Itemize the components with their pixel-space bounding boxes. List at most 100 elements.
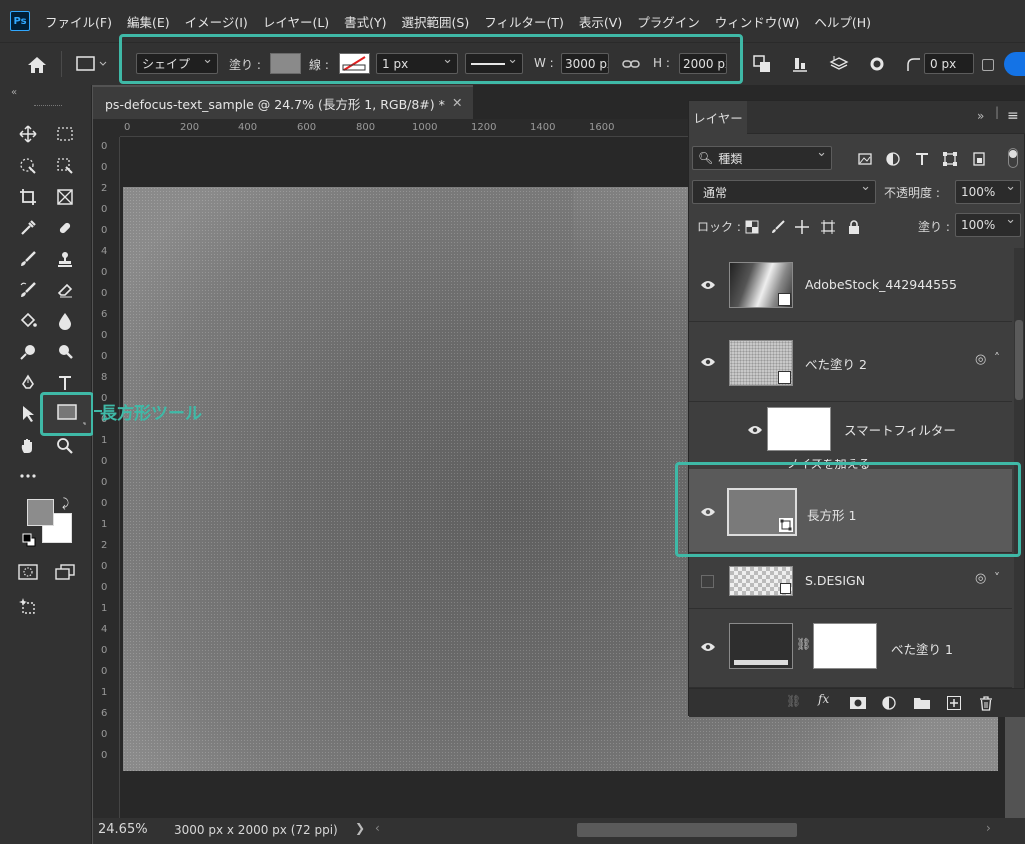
zoom-level[interactable]: 24.65% <box>98 822 148 837</box>
layer-row-smart-filter[interactable]: スマートフィルター <box>689 402 1012 459</box>
link-layers-icon[interactable]: ⛓︎ <box>786 694 801 708</box>
lock-pixels-icon[interactable] <box>767 216 789 238</box>
stamp-tool-icon[interactable] <box>54 248 76 270</box>
new-group-icon[interactable] <box>911 692 933 714</box>
expand-chevron-up-icon[interactable]: ˄ <box>994 351 1000 365</box>
share-button[interactable] <box>1004 52 1025 76</box>
opacity-field[interactable]: 100% <box>955 179 1021 204</box>
menu-help[interactable]: ヘルプ(H) <box>814 12 871 31</box>
foreground-color-swatch-top[interactable] <box>27 499 54 526</box>
rectangle-tool-icon[interactable] <box>43 395 91 433</box>
eye-icon[interactable] <box>747 424 763 436</box>
grip[interactable] <box>34 105 62 107</box>
tool-preset-picker[interactable] <box>75 53 109 75</box>
more-tools-icon[interactable] <box>17 465 39 487</box>
adjustment-layer-icon[interactable] <box>878 692 900 714</box>
panel-menu-icon[interactable]: ≡ <box>1007 108 1019 124</box>
lock-artboard-icon[interactable] <box>817 216 839 238</box>
vertical-ruler[interactable]: 002004006008001000120014001600 <box>93 137 120 818</box>
type-tool-icon[interactable] <box>54 372 76 394</box>
layers-tab[interactable]: レイヤー <box>689 101 747 134</box>
sponge-tool-icon[interactable] <box>54 341 76 363</box>
close-tab-icon[interactable]: ✕ <box>452 95 462 110</box>
menu-window[interactable]: ウィンドウ(W) <box>715 12 800 31</box>
rectangle-tool-highlight[interactable] <box>40 392 94 436</box>
chain-link-icon[interactable]: ⛓︎ <box>796 637 811 651</box>
pen-tool-icon[interactable] <box>17 372 39 394</box>
frame-tool-icon[interactable] <box>54 186 76 208</box>
fill-field[interactable]: 100% <box>955 212 1021 237</box>
menu-edit[interactable]: 編集(E) <box>127 12 170 31</box>
collapse-icon[interactable]: « <box>11 87 17 98</box>
width-field[interactable]: 3000 px <box>561 53 609 74</box>
menu-layer[interactable]: レイヤー(L) <box>263 12 329 31</box>
brush-tool-icon[interactable] <box>17 248 39 270</box>
marquee-tool-icon[interactable] <box>54 123 76 145</box>
object-select-tool-icon[interactable] <box>17 155 39 177</box>
layer-row-add-noise[interactable]: ノイズを加える <box>689 459 1012 469</box>
document-tab[interactable]: ps-defocus-text_sample @ 24.7% (長方形 1, R… <box>93 85 473 119</box>
fill-swatch[interactable] <box>270 53 301 74</box>
home-icon[interactable] <box>26 54 48 76</box>
layer-row-solid-fill-1[interactable]: ⛓︎ べた塗り 1 <box>689 609 1012 688</box>
delete-layer-icon[interactable] <box>975 692 997 714</box>
menu-select[interactable]: 選択範囲(S) <box>402 12 470 31</box>
filter-toggle[interactable] <box>1008 148 1018 168</box>
horizontal-scrollbar-thumb[interactable] <box>577 823 797 837</box>
add-mask-icon[interactable] <box>847 692 869 714</box>
fx-icon[interactable]: fx <box>818 692 829 706</box>
path-alignment-icon[interactable] <box>789 53 811 75</box>
layer-row-adobestock[interactable]: AdobeStock_442944555 <box>689 248 1012 322</box>
paint-bucket-tool-icon[interactable] <box>17 310 39 332</box>
filter-smart-object-icon[interactable] <box>968 148 990 170</box>
filter-pixel-icon[interactable] <box>854 148 876 170</box>
path-arrangement-icon[interactable] <box>828 53 850 75</box>
panel-collapse-icon[interactable]: » <box>977 109 984 123</box>
eye-icon[interactable] <box>700 279 716 291</box>
swap-colors-icon[interactable]: ⤸ <box>62 496 69 511</box>
menu-view[interactable]: 表示(V) <box>579 12 622 31</box>
layer-row-sdesign[interactable]: S.DESIGN ◎ ˅ <box>689 553 1012 609</box>
menu-type[interactable]: 書式(Y) <box>344 12 386 31</box>
menu-filter[interactable]: フィルター(T) <box>484 12 564 31</box>
stroke-swatch[interactable] <box>339 53 370 74</box>
eye-icon[interactable] <box>700 356 716 368</box>
blend-mode-dropdown[interactable]: 通常 <box>692 179 876 204</box>
screen-mode-icon[interactable] <box>54 561 76 583</box>
layer-list-scrollbar[interactable] <box>1014 248 1024 688</box>
menu-plugins[interactable]: プラグイン <box>637 12 700 31</box>
smart-filter-indicator-icon[interactable]: ◎ <box>975 352 986 367</box>
crop-tool-icon[interactable] <box>17 186 39 208</box>
menu-image[interactable]: イメージ(I) <box>185 12 248 31</box>
lock-position-icon[interactable] <box>791 216 813 238</box>
link-icon[interactable] <box>620 53 642 75</box>
height-field[interactable]: 2000 px <box>679 53 727 74</box>
path-operations-icon[interactable] <box>751 53 773 75</box>
gear-icon[interactable] <box>866 53 888 75</box>
smart-filter-indicator-icon[interactable]: ◎ <box>975 571 986 586</box>
default-colors-icon[interactable] <box>22 533 36 547</box>
layer-row-solid-fill-2[interactable]: べた塗り 2 ◎ ˄ <box>689 322 1012 402</box>
visibility-off-box[interactable] <box>701 575 714 588</box>
layer-row-rectangle-1[interactable]: 長方形 1 <box>689 469 1012 553</box>
healing-brush-tool-icon[interactable] <box>54 217 76 239</box>
lock-transparent-icon[interactable] <box>741 216 763 238</box>
quick-mask-icon[interactable] <box>17 561 39 583</box>
eraser-tool-icon[interactable] <box>54 279 76 301</box>
filter-adjustment-icon[interactable] <box>882 148 904 170</box>
status-menu-icon[interactable]: ❯ <box>355 821 365 835</box>
layer-filter-dropdown[interactable]: 🔍︎ 種類 <box>692 145 832 170</box>
scroll-right-icon[interactable]: › <box>986 821 991 835</box>
corner-radius-field[interactable]: 0 px <box>924 53 974 74</box>
hand-tool-icon[interactable] <box>17 435 39 457</box>
dodge-tool-icon[interactable] <box>17 341 39 363</box>
align-edges-checkbox[interactable] <box>982 59 994 71</box>
zoom-tool-icon[interactable] <box>54 435 76 457</box>
path-select-tool-icon[interactable] <box>17 403 39 425</box>
filter-shape-icon[interactable] <box>939 148 961 170</box>
blur-tool-icon[interactable] <box>54 310 76 332</box>
scroll-left-icon[interactable]: ‹ <box>375 821 380 835</box>
eyedropper-tool-icon[interactable] <box>17 217 39 239</box>
expand-chevron-down-icon[interactable]: ˅ <box>994 571 1000 585</box>
eye-icon[interactable] <box>700 641 716 653</box>
